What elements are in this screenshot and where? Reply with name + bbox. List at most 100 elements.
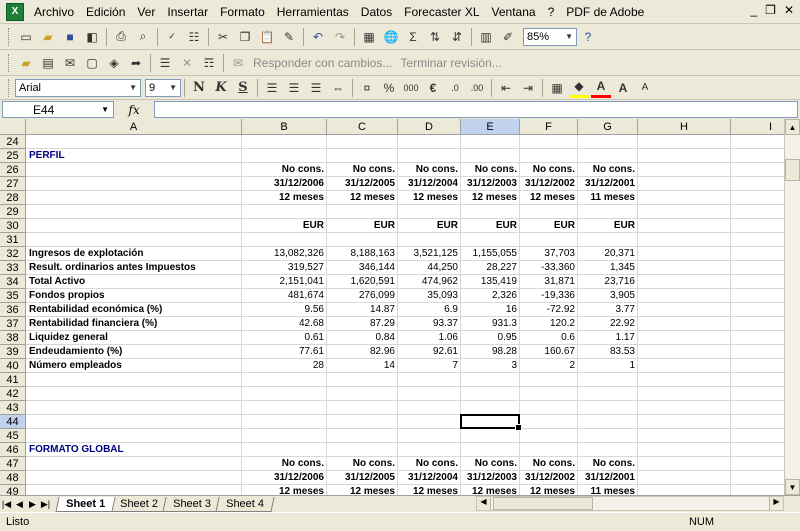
- cell-C35[interactable]: 276,099: [327, 289, 398, 303]
- close-icon[interactable]: ✕: [784, 3, 794, 17]
- cell-B26[interactable]: No cons.: [242, 163, 327, 177]
- cell-G36[interactable]: 3.77: [578, 303, 638, 317]
- cell-C34[interactable]: 1,620,591: [327, 275, 398, 289]
- row-header[interactable]: 43: [0, 401, 26, 415]
- cell-A40[interactable]: Número empleados: [26, 359, 242, 373]
- align-center-icon[interactable]: ☰: [284, 78, 304, 98]
- row-header[interactable]: 27: [0, 177, 26, 191]
- cell-A36[interactable]: Rentabilidad económica (%): [26, 303, 242, 317]
- cell-C38[interactable]: 0.84: [327, 331, 398, 345]
- cell-G38[interactable]: 1.17: [578, 331, 638, 345]
- cell-F30[interactable]: EUR: [520, 219, 578, 233]
- column-header[interactable]: H: [638, 119, 731, 135]
- cell-C40[interactable]: 14: [327, 359, 398, 373]
- align-left-icon[interactable]: ☰: [262, 78, 282, 98]
- cell-E38[interactable]: 0.95: [461, 331, 520, 345]
- menu-item[interactable]: Datos: [355, 5, 398, 19]
- cell-G26[interactable]: No cons.: [578, 163, 638, 177]
- sheet-tab[interactable]: Sheet 3: [162, 496, 222, 512]
- row-header[interactable]: 35: [0, 289, 26, 303]
- cell-E34[interactable]: 135,419: [461, 275, 520, 289]
- currency-icon[interactable]: ¤: [357, 78, 377, 98]
- row-header[interactable]: 38: [0, 331, 26, 345]
- cell-B27[interactable]: 31/12/2006: [242, 177, 327, 191]
- cell-G39[interactable]: 83.53: [578, 345, 638, 359]
- chart-wizard-icon[interactable]: ▥: [476, 27, 496, 47]
- scroll-up-icon[interactable]: ▲: [785, 119, 800, 135]
- cut-icon[interactable]: ✂: [213, 27, 233, 47]
- cell-F38[interactable]: 0.6: [520, 331, 578, 345]
- cell-B47[interactable]: No cons.: [242, 457, 327, 471]
- vertical-scrollbar[interactable]: ▲ ▼: [784, 119, 800, 495]
- row-header[interactable]: 48: [0, 471, 26, 485]
- toolbar-grip[interactable]: [8, 53, 11, 72]
- menu-item[interactable]: Insertar: [161, 5, 214, 19]
- last-sheet-icon[interactable]: ▶|: [39, 499, 52, 510]
- row-header[interactable]: 29: [0, 205, 26, 219]
- cell-E36[interactable]: 16: [461, 303, 520, 317]
- cell-E47[interactable]: No cons.: [461, 457, 520, 471]
- cell-B48[interactable]: 31/12/2006: [242, 471, 327, 485]
- delete-comment-icon[interactable]: ✕: [177, 53, 197, 73]
- cell-G47[interactable]: No cons.: [578, 457, 638, 471]
- cell-F33[interactable]: -33,360: [520, 261, 578, 275]
- cell-D38[interactable]: 1.06: [398, 331, 461, 345]
- worksheet-grid[interactable]: A B C D E F G H I 24 25 PERFIL 26 No cons. No cons. No …: [0, 119, 784, 495]
- cell-F48[interactable]: 31/12/2002: [520, 471, 578, 485]
- cell-D48[interactable]: 31/12/2004: [398, 471, 461, 485]
- zoom-select[interactable]: 85% ▼: [523, 27, 577, 46]
- insert-function-icon[interactable]: fx: [114, 103, 154, 117]
- cell-D27[interactable]: 31/12/2004: [398, 177, 461, 191]
- hyperlink-icon[interactable]: 🌐: [381, 27, 401, 47]
- row-header[interactable]: 30: [0, 219, 26, 233]
- cell-F47[interactable]: No cons.: [520, 457, 578, 471]
- menu-item[interactable]: Ver: [131, 5, 161, 19]
- cell-F32[interactable]: 37,703: [520, 247, 578, 261]
- save-icon[interactable]: ■: [60, 27, 80, 47]
- font-color-icon[interactable]: A: [591, 78, 611, 98]
- copy-icon[interactable]: ❐: [235, 27, 255, 47]
- cell-C39[interactable]: 82.96: [327, 345, 398, 359]
- percent-button[interactable]: %: [379, 78, 399, 98]
- cell-A33[interactable]: Result. ordinarios antes Impuestos: [26, 261, 242, 275]
- menu-item[interactable]: Ventana: [486, 5, 542, 19]
- select-all-corner[interactable]: [0, 119, 26, 135]
- cell-B49[interactable]: 12 meses: [242, 485, 327, 495]
- cell-G30[interactable]: EUR: [578, 219, 638, 233]
- next-sheet-icon[interactable]: ▶: [26, 499, 39, 510]
- row-header[interactable]: 31: [0, 233, 26, 247]
- menu-item[interactable]: Archivo: [28, 5, 80, 19]
- row-header[interactable]: 41: [0, 373, 26, 387]
- cell-C27[interactable]: 31/12/2005: [327, 177, 398, 191]
- cell-F40[interactable]: 2: [520, 359, 578, 373]
- row-header[interactable]: 37: [0, 317, 26, 331]
- row-header[interactable]: 32: [0, 247, 26, 261]
- fill-color-icon[interactable]: ◆: [569, 78, 589, 98]
- increase-decimal-icon[interactable]: .0: [445, 78, 465, 98]
- cell-F36[interactable]: -72.92: [520, 303, 578, 317]
- cell-E28[interactable]: 12 meses: [461, 191, 520, 205]
- cell-A39[interactable]: Endeudamiento (%): [26, 345, 242, 359]
- column-header[interactable]: A: [26, 119, 242, 135]
- menu-item[interactable]: Forecaster XL: [398, 5, 485, 19]
- cell-C48[interactable]: 31/12/2005: [327, 471, 398, 485]
- cell-F35[interactable]: -19,336: [520, 289, 578, 303]
- row-header[interactable]: 24: [0, 135, 26, 149]
- row-header[interactable]: 47: [0, 457, 26, 471]
- cell-B33[interactable]: 319,527: [242, 261, 327, 275]
- menu-item[interactable]: PDF de Adobe: [560, 5, 650, 19]
- permission-icon[interactable]: ◧: [82, 27, 102, 47]
- row-header[interactable]: 49: [0, 485, 26, 495]
- sheet-tab[interactable]: Sheet 2: [109, 496, 169, 512]
- print-preview-icon[interactable]: ⌕: [133, 27, 153, 47]
- cell-C30[interactable]: EUR: [327, 219, 398, 233]
- sort-descending-icon[interactable]: ⇵: [447, 27, 467, 47]
- font-name-select[interactable]: Arial ▼: [15, 78, 141, 97]
- cell-A32[interactable]: Ingresos de explotación: [26, 247, 242, 261]
- cell-F28[interactable]: 12 meses: [520, 191, 578, 205]
- column-header[interactable]: D: [398, 119, 461, 135]
- cell-E32[interactable]: 1,155,055: [461, 247, 520, 261]
- cell-G28[interactable]: 11 meses: [578, 191, 638, 205]
- name-box[interactable]: E44 ▼: [2, 101, 114, 118]
- cell-B38[interactable]: 0.61: [242, 331, 327, 345]
